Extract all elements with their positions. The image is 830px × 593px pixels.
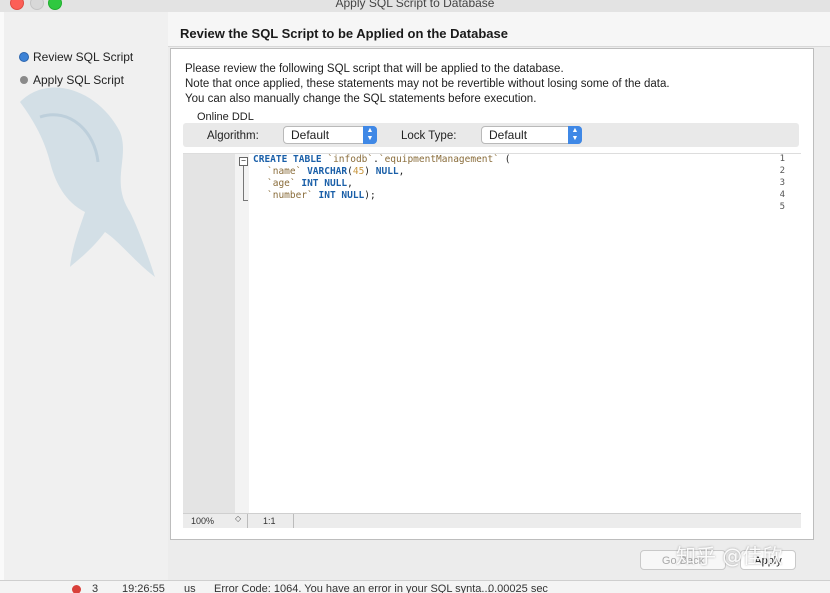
line-number-gutter [183, 154, 235, 514]
description-line: You can also manually change the SQL sta… [185, 93, 537, 105]
code-token: `age` [267, 178, 296, 189]
algorithm-select[interactable]: Default ▲ ▼ [283, 126, 377, 144]
cursor-position: 1:1 [263, 516, 276, 526]
inactive-step-indicator-icon [20, 76, 28, 84]
zoom-stepper-icon[interactable]: ◇ [235, 514, 241, 523]
chevron-up-down-icon: ▲ ▼ [568, 126, 582, 144]
online-ddl-group: Algorithm: Default ▲ ▼ Lock Type: Default… [183, 123, 799, 147]
code-token: , [398, 166, 405, 177]
fold-collapse-icon[interactable]: − [239, 157, 248, 166]
code-token: `number` [267, 190, 313, 201]
page-header: Review the SQL Script to be Applied on t… [168, 12, 830, 47]
code-line: `number` INT NULL); [267, 190, 376, 201]
code-token: `equipmentManagement` [378, 154, 499, 165]
step-label: Review SQL Script [33, 50, 134, 64]
lock-type-select[interactable]: Default ▲ ▼ [481, 126, 582, 144]
code-token: 45 [352, 166, 365, 177]
step-label: Apply SQL Script [33, 73, 124, 87]
code-token: INT NULL [301, 178, 348, 189]
code-token: CREATE TABLE [253, 154, 328, 165]
line-number: 1 [779, 154, 785, 164]
description-line: Note that once applied, these statements… [185, 78, 670, 90]
code-token: NULL [375, 166, 399, 177]
fold-margin [235, 154, 249, 514]
watermark-text: 知乎 @佳欣 [676, 544, 783, 568]
lock-type-label: Lock Type: [401, 130, 457, 142]
code-token: `infodb` [327, 154, 374, 165]
line-number: 2 [779, 166, 785, 176]
active-step-indicator-icon [20, 53, 28, 61]
wizard-main: Review the SQL Script to be Applied on t… [168, 12, 830, 580]
code-token: INT NULL [318, 190, 365, 201]
code-token: , [347, 178, 353, 189]
line-number: 5 [779, 202, 785, 212]
code-token: ) [364, 166, 376, 177]
sql-editor[interactable]: − CREATE TABLE `infodb`.`equipmentManage… [183, 153, 801, 514]
online-ddl-label: Online DDL [197, 111, 254, 123]
editor-status-bar: 100% ◇ 1:1 [183, 513, 801, 528]
code-token: ); [364, 190, 376, 201]
zoom-level[interactable]: 100% [191, 516, 214, 526]
code-token: VARCHAR [307, 166, 348, 177]
step-apply-sql-script: Apply SQL Script [20, 72, 124, 88]
window-title: Apply SQL Script to Database [335, 0, 495, 10]
fold-range-end [243, 200, 248, 201]
divider [247, 514, 248, 528]
page-title: Review the SQL Script to be Applied on t… [180, 26, 508, 41]
fold-range-line [243, 166, 244, 200]
algorithm-label: Algorithm: [207, 130, 259, 142]
step-review-sql-script: Review SQL Script [20, 49, 133, 65]
code-token: ( [498, 154, 511, 165]
mysql-dolphin-logo [20, 87, 155, 277]
code-token: `name` [267, 166, 302, 177]
description-line: Please review the following SQL script t… [185, 63, 564, 75]
algorithm-value: Default [291, 128, 330, 142]
line-number: 4 [779, 190, 785, 200]
content-panel: Please review the following SQL script t… [170, 48, 814, 540]
lock-type-value: Default [489, 128, 528, 142]
action-output-row: 3 19:26:55 us Error Code: 1064. You have… [0, 580, 830, 593]
line-number: 3 [779, 178, 785, 188]
chevron-up-down-icon: ▲ ▼ [363, 126, 377, 144]
code-line: CREATE TABLE `infodb`.`equipmentManageme… [253, 154, 510, 165]
code-line: `name` VARCHAR(45) NULL, [267, 166, 404, 177]
code-line: `age` INT NULL, [267, 178, 353, 189]
divider [293, 514, 294, 528]
wizard-sidebar: Review SQL Script Apply SQL Script [4, 12, 168, 580]
